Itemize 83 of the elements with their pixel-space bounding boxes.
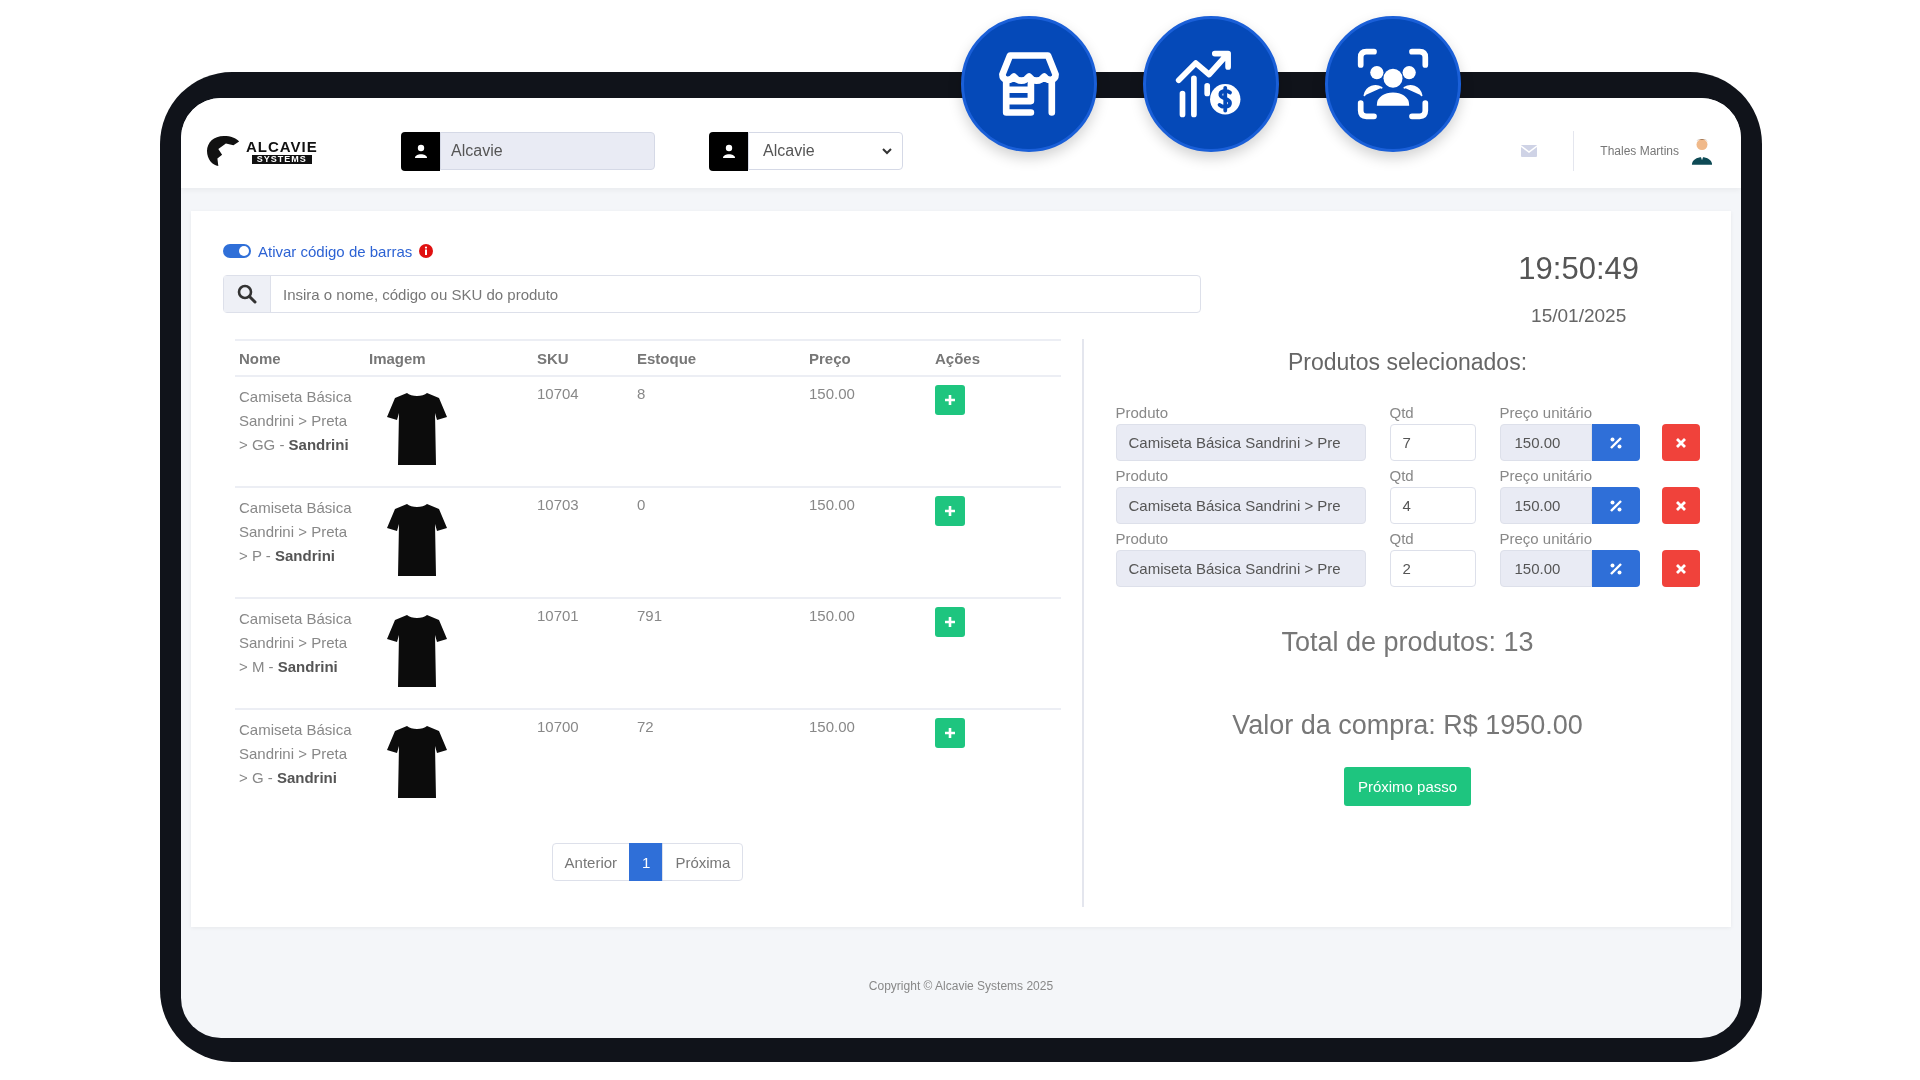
column-header: Ações <box>935 349 981 367</box>
purchase-value: Valor da compra: R$ 1950.00 <box>1232 710 1583 741</box>
logo-name: ALCAVIE <box>246 138 318 155</box>
price-text: 150.00 <box>809 607 855 624</box>
info-icon[interactable] <box>419 244 434 258</box>
logo-tagline: SYSTEMS <box>251 154 312 164</box>
total-products: Total de produtos: 13 <box>1281 627 1534 658</box>
search-icon <box>237 284 257 304</box>
plus-icon <box>944 616 956 628</box>
sku-text: 10704 <box>537 385 579 402</box>
page-button[interactable]: 1 <box>629 843 664 881</box>
close-icon <box>1674 499 1687 512</box>
discount-button[interactable] <box>1591 550 1640 587</box>
column-header: Nome <box>239 349 281 367</box>
clock-time: 19:50:49 <box>1518 251 1639 287</box>
remove-button[interactable] <box>1661 487 1700 524</box>
sku-text: 10700 <box>537 718 579 735</box>
field-label: Preço unitário <box>1499 404 1594 421</box>
close-icon <box>1674 436 1687 449</box>
column-header: Imagem <box>369 349 426 367</box>
field-label: Produto <box>1115 404 1170 421</box>
add-button[interactable] <box>935 385 965 415</box>
stock-text: 0 <box>637 496 646 513</box>
close-icon <box>1674 562 1687 575</box>
add-button[interactable] <box>935 607 965 637</box>
percent-icon <box>1608 498 1623 513</box>
plus-icon <box>944 727 956 739</box>
price-text: 150.00 <box>809 496 855 513</box>
quantity-field[interactable]: 7 <box>1389 424 1476 461</box>
product-field[interactable]: Camiseta Básica Sandrini > Pre <box>1115 424 1366 461</box>
quantity-field[interactable]: 4 <box>1389 487 1476 524</box>
avatar-icon[interactable] <box>1691 136 1713 166</box>
unit-price-field[interactable]: 150.00 <box>1499 424 1592 461</box>
sku-text: 10703 <box>537 496 579 513</box>
column-header: SKU <box>537 349 569 367</box>
price-text: 150.00 <box>809 385 855 402</box>
field-label: Preço unitário <box>1499 530 1594 547</box>
store-select[interactable]: Alcavie <box>748 132 903 170</box>
field-label: Preço unitário <box>1499 467 1594 484</box>
next-page-button[interactable]: Próxima <box>662 843 744 881</box>
user-icon <box>709 131 748 171</box>
company-field[interactable]: Alcavie <box>440 132 655 170</box>
price-text: 150.00 <box>809 718 855 735</box>
field-label: Qtd <box>1389 404 1415 421</box>
plus-icon <box>944 505 956 517</box>
previous-page-button[interactable]: Anterior <box>551 843 631 881</box>
percent-icon <box>1608 435 1623 450</box>
column-header: Preço <box>809 349 851 367</box>
toggle-label: Ativar código de barras <box>258 242 413 260</box>
stock-text: 791 <box>637 607 663 624</box>
stock-text: 8 <box>637 385 646 402</box>
remove-button[interactable] <box>1661 424 1700 461</box>
clock-date: 15/01/2025 <box>1531 305 1627 327</box>
discount-button[interactable] <box>1591 424 1640 461</box>
field-label: Qtd <box>1389 530 1415 547</box>
product-name: Camiseta Básica Sandrini > Preta > P - Sandrini <box>239 498 353 566</box>
face-scan-icon <box>1355 46 1431 122</box>
unit-price-field[interactable]: 150.00 <box>1499 487 1592 524</box>
user-icon <box>401 131 440 171</box>
product-field[interactable]: Camiseta Básica Sandrini > Pre <box>1115 550 1366 587</box>
unit-price-field[interactable]: 150.00 <box>1499 550 1592 587</box>
remove-button[interactable] <box>1661 550 1700 587</box>
caret-icon <box>882 147 892 155</box>
column-header: Estoque <box>637 349 697 367</box>
discount-button[interactable] <box>1591 487 1640 524</box>
quantity-field[interactable]: 2 <box>1389 550 1476 587</box>
add-button[interactable] <box>935 496 965 526</box>
product-name: Camiseta Básica Sandrini > Preta > G - Sandrini <box>239 720 353 788</box>
add-button[interactable] <box>935 718 965 748</box>
field-label: Produto <box>1115 467 1170 484</box>
stock-text: 72 <box>637 718 654 735</box>
product-name: Camiseta Básica Sandrini > Preta > M - Sandrini <box>239 609 353 677</box>
barcode-toggle[interactable] <box>223 244 251 258</box>
product-field[interactable]: Camiseta Básica Sandrini > Pre <box>1115 487 1366 524</box>
field-label: Produto <box>1115 530 1170 547</box>
plus-icon <box>944 394 956 406</box>
sku-text: 10701 <box>537 607 579 624</box>
section-title: Produtos selecionados: <box>1287 349 1528 376</box>
product-name: Camiseta Básica Sandrini > Preta > GG - Sandrini <box>239 387 353 455</box>
field-label: Qtd <box>1389 467 1415 484</box>
copyright-text: Copyright © Alcavie Systems 2025 <box>868 979 1054 993</box>
user-name[interactable]: Thales Martins <box>1600 144 1679 158</box>
percent-icon <box>1608 561 1623 576</box>
